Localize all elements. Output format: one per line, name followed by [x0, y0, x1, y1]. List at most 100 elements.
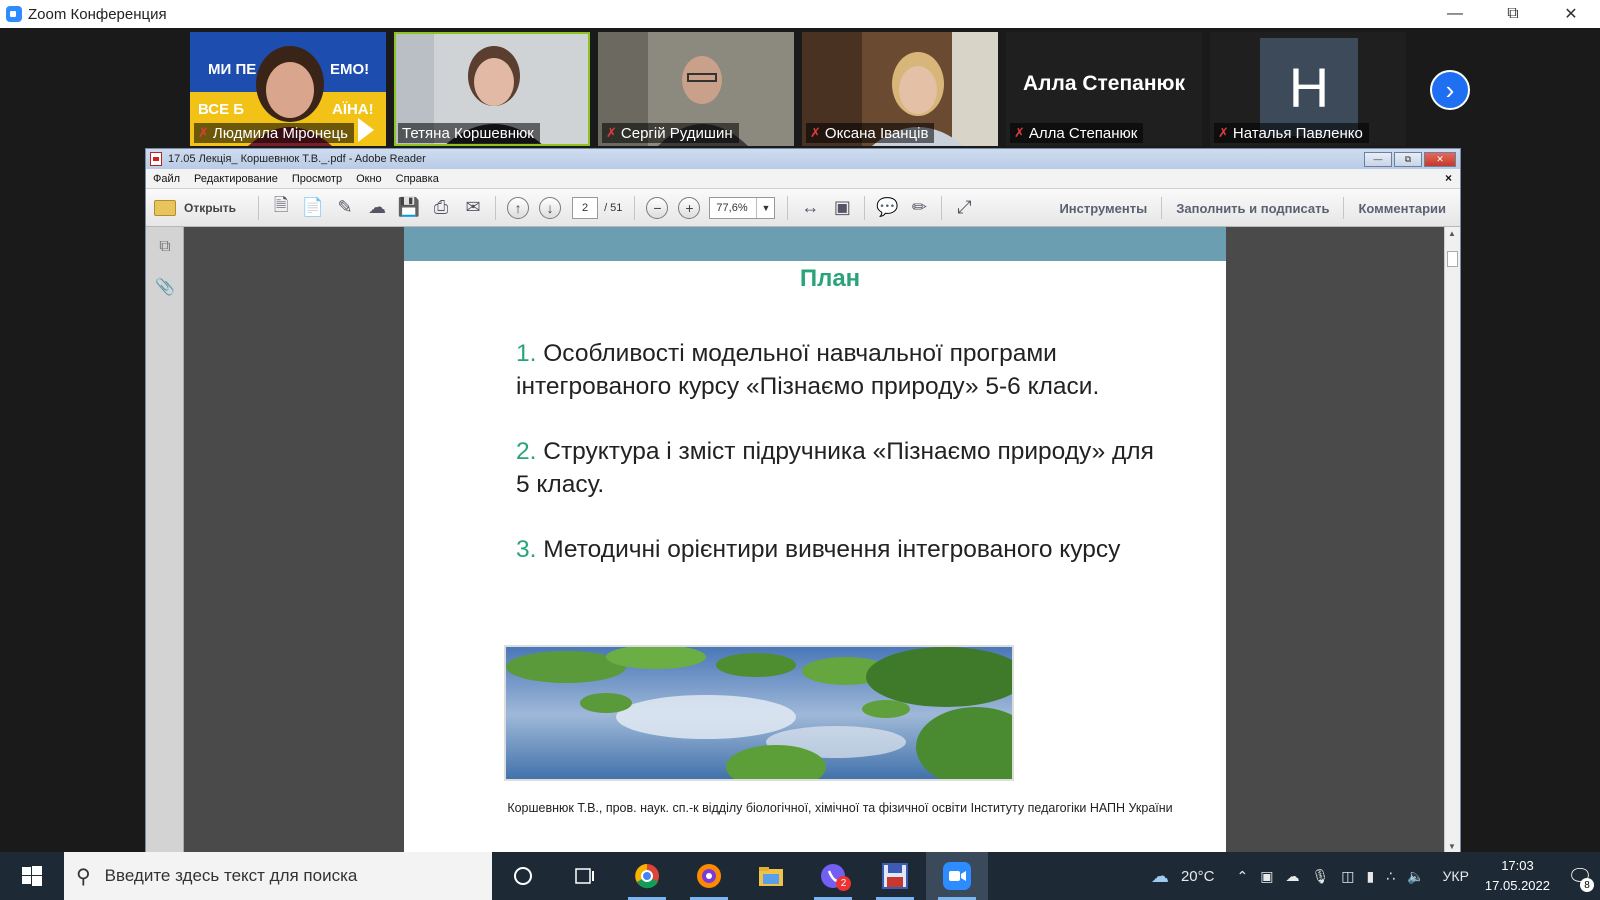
- participant-name: Алла Степанюк: [1028, 124, 1138, 142]
- battery-icon[interactable]: ▮: [1360, 868, 1380, 885]
- participant-display-name: Алла Степанюк: [1023, 72, 1185, 95]
- svg-text:АЇНА!: АЇНА!: [332, 101, 374, 118]
- viber-taskbar-button[interactable]: 2: [802, 852, 864, 900]
- slide-photo: [504, 645, 1014, 781]
- fit-page-icon[interactable]: ▣: [826, 195, 858, 221]
- page-number-input[interactable]: 2: [572, 196, 599, 219]
- cloud-upload-icon[interactable]: ☁: [361, 195, 393, 221]
- onedrive-icon[interactable]: ☁: [1279, 868, 1305, 885]
- menu-file[interactable]: Файл: [146, 173, 187, 185]
- fit-width-icon[interactable]: ↔: [794, 195, 826, 221]
- folder-icon: [154, 199, 176, 216]
- reader-minimize-button[interactable]: —: [1364, 151, 1392, 167]
- chevron-down-icon[interactable]: ▼: [756, 197, 774, 218]
- print-icon[interactable]: ⎙: [425, 195, 457, 221]
- save-app-taskbar-button[interactable]: [864, 852, 926, 900]
- restore-button[interactable]: ⧉: [1484, 0, 1542, 28]
- list-item: 3. Методичні орієнтири вивчення інтегров…: [516, 536, 1121, 563]
- tools-panel-button[interactable]: Инструменты: [1045, 197, 1161, 219]
- document-area: ⧉ 📎 План 1. Особливості модельної навчал…: [146, 227, 1460, 853]
- comment-icon[interactable]: 💬: [871, 195, 903, 221]
- chrome-taskbar-button[interactable]: [616, 852, 678, 900]
- weather-icon[interactable]: ☁: [1145, 866, 1175, 887]
- menu-edit[interactable]: Редактирование: [187, 173, 285, 185]
- plus-icon: +: [678, 196, 701, 219]
- minimize-button[interactable]: —: [1426, 0, 1484, 28]
- menu-view[interactable]: Просмотр: [285, 173, 349, 185]
- page-thumbnails-icon[interactable]: ⧉: [155, 237, 175, 257]
- attachments-icon[interactable]: 📎: [155, 277, 175, 297]
- zoom-level-select[interactable]: 77,6% ▼: [709, 196, 776, 219]
- fullscreen-icon[interactable]: ⤢: [948, 195, 980, 221]
- start-button[interactable]: [0, 852, 64, 900]
- zoom-taskbar-button[interactable]: [926, 852, 988, 900]
- language-indicator[interactable]: УКР: [1437, 868, 1475, 884]
- toolbar-divider: [495, 195, 497, 220]
- volume-icon[interactable]: 🔈: [1401, 868, 1430, 885]
- participant-tile-active-speaker[interactable]: Тетяна Коршевнюк: [394, 32, 590, 146]
- display-icon[interactable]: ◫: [1335, 868, 1360, 885]
- previous-page-button[interactable]: ↑: [502, 195, 534, 221]
- notification-count: 8: [1580, 878, 1594, 892]
- create-pdf-icon[interactable]: 🗎: [265, 195, 297, 221]
- toolbar-divider: [787, 195, 789, 220]
- menu-window[interactable]: Окно: [349, 173, 389, 185]
- export-pdf-icon[interactable]: 📄: [297, 195, 329, 221]
- participant-tile[interactable]: МИ ПЕ ЕМО! ВСЕ Б АЇНА! ✗ Людмила Міронець: [190, 32, 386, 146]
- slide-footer: Коршевнюк Т.В., пров. наук. сп.-к відділ…: [507, 801, 1173, 815]
- folder-icon: [759, 867, 783, 886]
- adobe-reader-window: 17.05 Лекція_ Коршевнюк Т.В._.pdf - Adob…: [145, 148, 1461, 853]
- chevron-right-icon: ›: [1445, 74, 1455, 105]
- next-page-button[interactable]: ↓: [534, 195, 566, 221]
- browser-taskbar-button[interactable]: [678, 852, 740, 900]
- list-item: 1. Особливості модельної навчальної прог…: [516, 340, 1100, 400]
- microphone-icon[interactable]: 🎙: [1305, 868, 1335, 885]
- menu-help[interactable]: Справка: [389, 173, 446, 185]
- comments-panel-button[interactable]: Комментарии: [1343, 197, 1460, 219]
- save-icon[interactable]: 💾: [393, 195, 425, 221]
- clock[interactable]: 17:03 17.05.2022: [1475, 856, 1560, 896]
- close-button[interactable]: ✕: [1542, 0, 1600, 28]
- zoom-out-button[interactable]: −: [641, 195, 673, 221]
- zoom-in-button[interactable]: +: [673, 195, 705, 221]
- wetland-photo: [506, 647, 1012, 779]
- browser-icon: [697, 864, 721, 888]
- participant-tile[interactable]: ✗ Сергій Рудишин: [598, 32, 794, 146]
- wifi-icon[interactable]: ∴: [1380, 868, 1401, 885]
- chrome-icon: [635, 864, 659, 889]
- fill-sign-panel-button[interactable]: Заполнить и подписать: [1161, 197, 1343, 219]
- participant-tile[interactable]: ✗ Оксана Іванців: [802, 32, 998, 146]
- svg-text:МИ ПЕ: МИ ПЕ: [208, 61, 256, 78]
- participant-name: Оксана Іванців: [824, 124, 929, 142]
- open-button[interactable]: Открыть: [154, 199, 237, 216]
- weather-temperature[interactable]: 20°C: [1175, 868, 1221, 885]
- reader-close-button[interactable]: ✕: [1424, 151, 1456, 167]
- vertical-scrollbar[interactable]: ▲ ▼: [1444, 227, 1460, 853]
- slide-title: План: [799, 265, 861, 292]
- clock-date: 17.05.2022: [1484, 878, 1550, 893]
- windows-taskbar: ⚲ Введите здесь текст для поиска 2 ☁ 20°…: [0, 852, 1600, 900]
- notification-center-button[interactable]: 🗨 8: [1560, 852, 1600, 900]
- file-explorer-button[interactable]: [740, 852, 802, 900]
- email-icon[interactable]: ✉: [457, 195, 489, 221]
- cortana-button[interactable]: [492, 852, 554, 900]
- close-document-icon[interactable]: ×: [1445, 171, 1452, 185]
- participant-tile[interactable]: Н ✗ Наталья Павленко: [1210, 32, 1406, 146]
- taskbar-search-input[interactable]: ⚲ Введите здесь текст для поиска: [64, 852, 492, 900]
- reader-restore-button[interactable]: ⧉: [1394, 151, 1422, 167]
- clock-time: 17:03: [1501, 858, 1534, 873]
- participant-tile[interactable]: Алла Степанюк ✗ Алла Степанюк: [1006, 32, 1202, 146]
- highlight-icon[interactable]: ✏: [903, 195, 935, 221]
- next-participants-button[interactable]: ›: [1430, 70, 1470, 110]
- scroll-up-icon[interactable]: ▲: [1448, 229, 1456, 238]
- chevron-up-icon[interactable]: ⌃: [1230, 868, 1254, 885]
- zoom-title-bar: Zoom Конференция — ⧉ ✕: [0, 0, 1600, 28]
- participant-name: Людмила Міронець: [212, 124, 348, 142]
- window-title: Zoom Конференция: [28, 5, 167, 23]
- task-view-button[interactable]: [554, 852, 616, 900]
- open-label: Открыть: [184, 200, 237, 215]
- edit-pdf-icon[interactable]: ✎: [329, 195, 361, 221]
- meet-now-icon[interactable]: ▣: [1254, 868, 1279, 885]
- scroll-thumb[interactable]: [1447, 251, 1458, 267]
- scroll-down-icon[interactable]: ▼: [1448, 842, 1456, 851]
